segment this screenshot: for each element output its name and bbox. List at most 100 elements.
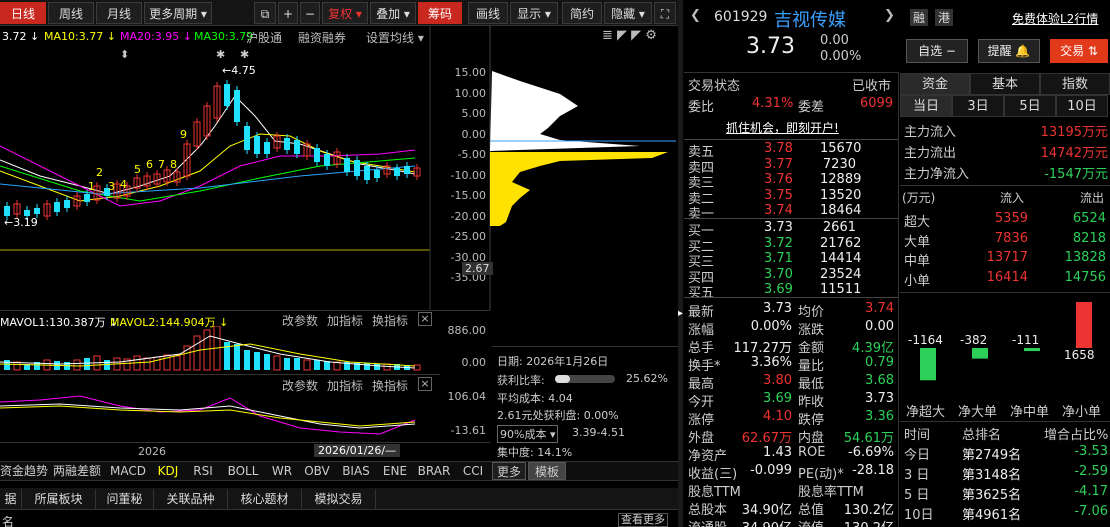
indicator-tab[interactable]: OBV [300,462,334,480]
fund-flow-value: -1547万元 [1044,167,1108,182]
fund-period-tab[interactable]: 10日 [1056,95,1108,117]
fund-row-label: 小单 [904,273,931,289]
panel-splitter[interactable]: ▸ [678,0,683,527]
quote-label: 内盘 [798,431,825,446]
indicator-tab[interactable]: 资金趋势 [0,462,48,480]
display-dropdown[interactable]: 显示 ▾ [510,2,558,24]
price-axis-tick: 0.00 [461,127,487,141]
quote-value: 3.36 [865,409,894,424]
chip-button[interactable]: 筹码 [418,2,462,24]
close-icon[interactable]: × [418,312,432,326]
quote-value: 117.27万 [733,341,793,356]
net-flow-value: -1164 [908,333,943,347]
volume-bar [153,356,161,371]
net-flow-label: 净小单 [1062,405,1102,420]
fund-period-tab[interactable]: 当日 [900,95,952,117]
indicator-tab[interactable]: BIAS [336,462,376,480]
l2-trial-link[interactable]: 免费体验L2行情 [1012,10,1098,27]
fullscreen-icon[interactable]: ⛶ [654,2,676,24]
kdj-axis-top: 106.04 [447,390,487,403]
quote-label: 最新 [688,305,715,320]
back-arrow-icon[interactable]: ❮ [690,8,701,23]
bottom-tab[interactable]: 据 [0,489,22,510]
more-periods-dropdown[interactable]: 更多周期 ▾ [144,2,212,24]
candle [34,208,40,214]
remind-button[interactable]: 提醒 🔔 [978,39,1040,63]
tab-weekly[interactable]: 周线 [48,2,94,24]
close-icon[interactable]: × [418,377,432,391]
trade-button[interactable]: 交易 ⇅ [1050,39,1108,63]
bottom-tab[interactable]: 问董秘 [96,489,154,510]
divider [684,218,898,219]
bottom-tab[interactable]: 核心题材 [228,489,302,510]
price-axis-tick: 10.00 [454,86,487,100]
zoom-out-button[interactable]: − [300,2,320,24]
stock-change-pct: 0.00% [820,49,862,64]
volume-bar [13,361,21,371]
chip-profit-at: 2.61元处获利盘: 0.00% [497,409,619,422]
bottom-tab[interactable]: 模拟交易 [302,489,376,510]
indicator-tab[interactable]: RSI [186,462,220,480]
badge-gang[interactable]: 港 [935,9,954,26]
fund-flow-label: 主力流入 [904,125,957,140]
simple-button[interactable]: 简约 [562,2,602,24]
candle [234,90,240,122]
hide-dropdown[interactable]: 隐藏 ▾ [604,2,652,24]
candle [354,160,360,176]
cost-select[interactable]: 90%成本 ▾ [497,425,559,443]
forward-arrow-icon[interactable]: ❯ [884,8,895,23]
fund-row-in: 5359 [994,211,1028,226]
rank-time: 5 日 [904,488,930,503]
volume-bar [284,358,290,370]
quote-label: 涨幅 [688,323,715,338]
badge-rong[interactable]: 融 [910,9,929,26]
quote-label: 最高 [688,377,715,392]
order-volume: 11511 [820,282,862,297]
quote-value: -6.69% [848,445,894,460]
profit-progress-bar [555,375,615,383]
volume-bar [314,360,320,370]
copy-icon[interactable]: ⧉ [254,2,276,24]
promo-link[interactable]: 抓住机会，即刻开户! [726,119,839,136]
tab-daily[interactable]: 日线 [0,2,46,24]
quote-label: 涨跌 [798,323,825,338]
fund-tab[interactable]: 指数 [1040,73,1110,95]
rank-ratio-head: 增合占比% [1044,428,1109,443]
indicator-tab[interactable]: KDJ [152,462,184,480]
bottom-tab[interactable]: 所属板块 [22,489,96,510]
indicator-tab[interactable]: ENE [378,462,412,480]
indicator-tab[interactable]: CCI [456,462,490,480]
overlay-dropdown[interactable]: 叠加 ▾ [370,2,416,24]
indicator-tab[interactable]: 更多 [492,462,526,480]
td-count-label: 2 [96,166,103,179]
fund-period-tab[interactable]: 5日 [1004,95,1056,117]
volume-bar [193,335,201,371]
view-more-button[interactable]: 查看更多 [618,513,668,527]
star-marker-icon: ✱ [240,48,250,61]
fund-period-tab[interactable]: 3日 [952,95,1004,117]
indicator-tab[interactable]: WR [266,462,298,480]
draw-line-button[interactable]: 画线 [468,2,508,24]
indicator-tab[interactable]: 模板 [528,462,566,480]
rank-value: 第3625名 [962,488,1022,503]
fund-tab[interactable]: 资金 [900,73,970,95]
rank-time: 3 日 [904,468,930,483]
indicator-tab[interactable]: 两融差额 [50,462,104,480]
tab-monthly[interactable]: 月线 [96,2,142,24]
indicator-tab[interactable]: BOLL [222,462,264,480]
order-volume: 15670 [820,141,862,156]
chip-concentration: 集中度: 14.1% [497,446,573,459]
weibi-value: 4.31% [752,96,794,111]
bottom-tab[interactable]: 关联品种 [154,489,228,510]
zoom-in-button[interactable]: + [278,2,298,24]
candle [224,84,230,106]
indicator-tab[interactable]: BRAR [414,462,454,480]
fuquan-dropdown[interactable]: 复权 ▾ [322,2,368,24]
add-watchlist-button[interactable]: 自选 − [906,39,968,63]
stock-price: 3.73 [746,34,795,59]
fund-tab[interactable]: 基本 [970,73,1040,95]
order-price: 3.72 [764,235,793,251]
rank-ratio: -4.17 [1074,484,1108,499]
indicator-tab[interactable]: MACD [106,462,150,480]
volume-bar [234,344,240,370]
